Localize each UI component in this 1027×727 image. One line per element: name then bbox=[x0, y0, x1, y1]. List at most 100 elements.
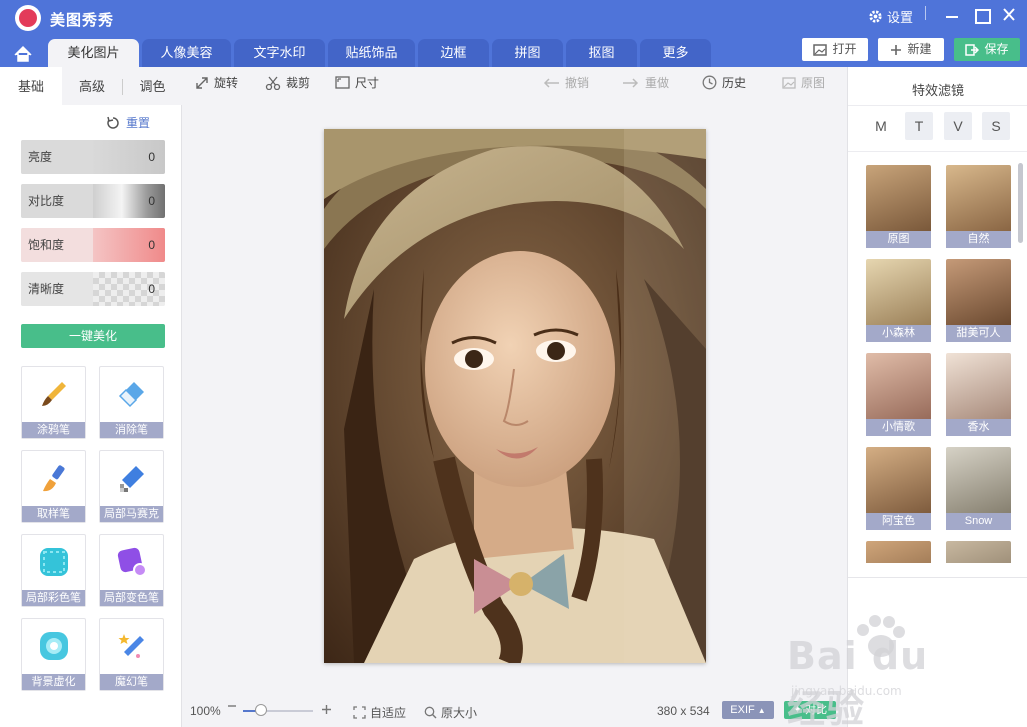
filter-category-s[interactable]: S bbox=[982, 112, 1010, 140]
auto-beautify-button[interactable]: 一键美化 bbox=[21, 324, 165, 348]
tab-portrait[interactable]: 人像美容 bbox=[142, 39, 231, 67]
rotate-button[interactable]: 旋转 bbox=[195, 74, 238, 91]
slider-value: 0 bbox=[148, 238, 155, 252]
filter-sweet[interactable]: 甜美可人 bbox=[946, 259, 1011, 342]
sharpness-slider[interactable]: 清晰度 0 bbox=[21, 272, 165, 306]
saturation-slider[interactable]: 饱和度 0 bbox=[21, 228, 165, 262]
eraser-pen-tool[interactable]: 消除笔 bbox=[99, 366, 164, 439]
resize-icon bbox=[335, 76, 350, 89]
subtab-color[interactable]: 调色 bbox=[123, 67, 182, 105]
rotate-label: 旋转 bbox=[214, 76, 239, 90]
filter-love-song[interactable]: 小情歌 bbox=[866, 353, 931, 436]
open-button[interactable]: 打开 bbox=[802, 38, 868, 61]
baidu-watermark: Bai du 经验 jingyan.baidu.com bbox=[775, 612, 975, 727]
crop-label: 裁剪 bbox=[286, 76, 311, 90]
brightness-slider[interactable]: 亮度 0 bbox=[21, 140, 165, 174]
magic-pen-tool[interactable]: 魔幻笔 bbox=[99, 618, 164, 691]
zoom-out-button[interactable] bbox=[227, 701, 237, 711]
filter-label: 甜美可人 bbox=[946, 325, 1011, 342]
zoom-slider-handle[interactable] bbox=[255, 704, 267, 716]
resize-button[interactable]: 尺寸 bbox=[335, 74, 379, 91]
filter-snow[interactable]: Snow bbox=[946, 447, 1011, 530]
zoom-in-button[interactable] bbox=[321, 704, 332, 715]
filter-partial-1[interactable] bbox=[866, 541, 931, 563]
doodle-pen-tool[interactable]: 涂鸦笔 bbox=[21, 366, 86, 439]
history-button[interactable]: 历史 bbox=[702, 74, 746, 91]
filter-partial-2[interactable] bbox=[946, 541, 1011, 563]
new-button[interactable]: 新建 bbox=[878, 38, 944, 61]
open-label: 打开 bbox=[832, 42, 857, 56]
redo-label: 重做 bbox=[645, 76, 670, 90]
save-button[interactable]: 保存 bbox=[954, 38, 1020, 61]
subtab-advanced[interactable]: 高级 bbox=[62, 67, 122, 105]
exif-button[interactable]: EXIF ▲ bbox=[722, 701, 774, 719]
filter-category-v[interactable]: V bbox=[944, 112, 972, 140]
home-icon bbox=[14, 45, 32, 62]
actual-size-label: 原大小 bbox=[441, 706, 478, 720]
history-label: 历史 bbox=[722, 76, 747, 90]
filter-natural[interactable]: 自然 bbox=[946, 165, 1011, 248]
photo-canvas[interactable] bbox=[183, 97, 847, 695]
filter-abao[interactable]: 阿宝色 bbox=[866, 447, 931, 530]
original-button[interactable]: 原图 bbox=[782, 74, 825, 91]
subtab-basic[interactable]: 基础 bbox=[0, 67, 62, 105]
tab-stickers[interactable]: 贴纸饰品 bbox=[328, 39, 415, 67]
crop-button[interactable]: 裁剪 bbox=[265, 74, 310, 91]
gear-icon bbox=[869, 10, 882, 23]
mosaic-pen-icon bbox=[120, 466, 144, 492]
contrast-slider[interactable]: 对比度 0 bbox=[21, 184, 165, 218]
tab-text-watermark[interactable]: 文字水印 bbox=[234, 39, 325, 67]
tool-label: 涂鸦笔 bbox=[22, 422, 85, 438]
original-label: 原图 bbox=[801, 76, 826, 90]
reset-button[interactable]: 重置 bbox=[106, 114, 150, 131]
new-label: 新建 bbox=[907, 42, 932, 56]
close-button[interactable] bbox=[999, 6, 1019, 24]
local-mosaic-tool[interactable]: 局部马赛克 bbox=[99, 450, 164, 523]
tab-more[interactable]: 更多 bbox=[640, 39, 711, 67]
filter-original[interactable]: 原图 bbox=[866, 165, 931, 248]
background-blur-tool[interactable]: 背景虚化 bbox=[21, 618, 86, 691]
filter-perfume[interactable]: 香水 bbox=[946, 353, 1011, 436]
edited-photo[interactable] bbox=[324, 129, 706, 663]
sampling-pen-tool[interactable]: 取样笔 bbox=[21, 450, 86, 523]
blur-icon bbox=[40, 632, 68, 660]
magnifier-icon bbox=[424, 706, 437, 719]
reset-icon bbox=[107, 116, 119, 129]
actual-size-button[interactable]: 原大小 bbox=[424, 704, 477, 721]
minus-icon bbox=[228, 705, 236, 707]
resize-label: 尺寸 bbox=[355, 76, 380, 90]
watermark-url: jingyan.baidu.com bbox=[791, 684, 902, 698]
undo-button[interactable]: 撤销 bbox=[542, 74, 589, 91]
tool-label: 局部变色笔 bbox=[100, 590, 163, 606]
home-button[interactable] bbox=[6, 39, 40, 67]
slider-label: 亮度 bbox=[21, 140, 93, 174]
tool-label: 消除笔 bbox=[100, 422, 163, 438]
titlebar-divider bbox=[925, 6, 926, 20]
fit-window-button[interactable]: 自适应 bbox=[353, 704, 406, 721]
tab-collage[interactable]: 拼图 bbox=[492, 39, 563, 67]
title-bar: 美图秀秀 设置 bbox=[0, 0, 1027, 36]
color-pen-icon bbox=[40, 548, 68, 576]
slider-value: 0 bbox=[148, 282, 155, 296]
redo-button[interactable]: 重做 bbox=[622, 74, 669, 91]
tab-frame[interactable]: 边框 bbox=[418, 39, 489, 67]
plus-icon bbox=[322, 705, 331, 714]
local-recolor-pen-tool[interactable]: 局部变色笔 bbox=[99, 534, 164, 607]
filter-scrollbar[interactable] bbox=[1018, 163, 1023, 243]
tab-beautify[interactable]: 美化图片 bbox=[48, 39, 139, 67]
save-label: 保存 bbox=[984, 42, 1009, 56]
filter-small-forest[interactable]: 小森林 bbox=[866, 259, 931, 342]
maximize-button[interactable] bbox=[971, 6, 991, 24]
local-color-pen-tool[interactable]: 局部彩色笔 bbox=[21, 534, 86, 607]
recolor-pen-icon bbox=[117, 547, 147, 577]
reset-label: 重置 bbox=[126, 116, 151, 130]
filter-category-m[interactable]: M bbox=[867, 112, 895, 140]
tool-label: 取样笔 bbox=[22, 506, 85, 522]
tab-cutout[interactable]: 抠图 bbox=[566, 39, 637, 67]
filter-category-t[interactable]: T bbox=[905, 112, 933, 140]
fit-icon bbox=[353, 706, 366, 719]
settings-button[interactable]: 设置 bbox=[868, 7, 913, 26]
minimize-button[interactable] bbox=[942, 6, 962, 24]
tool-label: 局部彩色笔 bbox=[22, 590, 85, 606]
status-bar: 100% 自适应 原大小 380 x 534 EXIF ▲ ✦ 对比 bbox=[183, 695, 847, 727]
